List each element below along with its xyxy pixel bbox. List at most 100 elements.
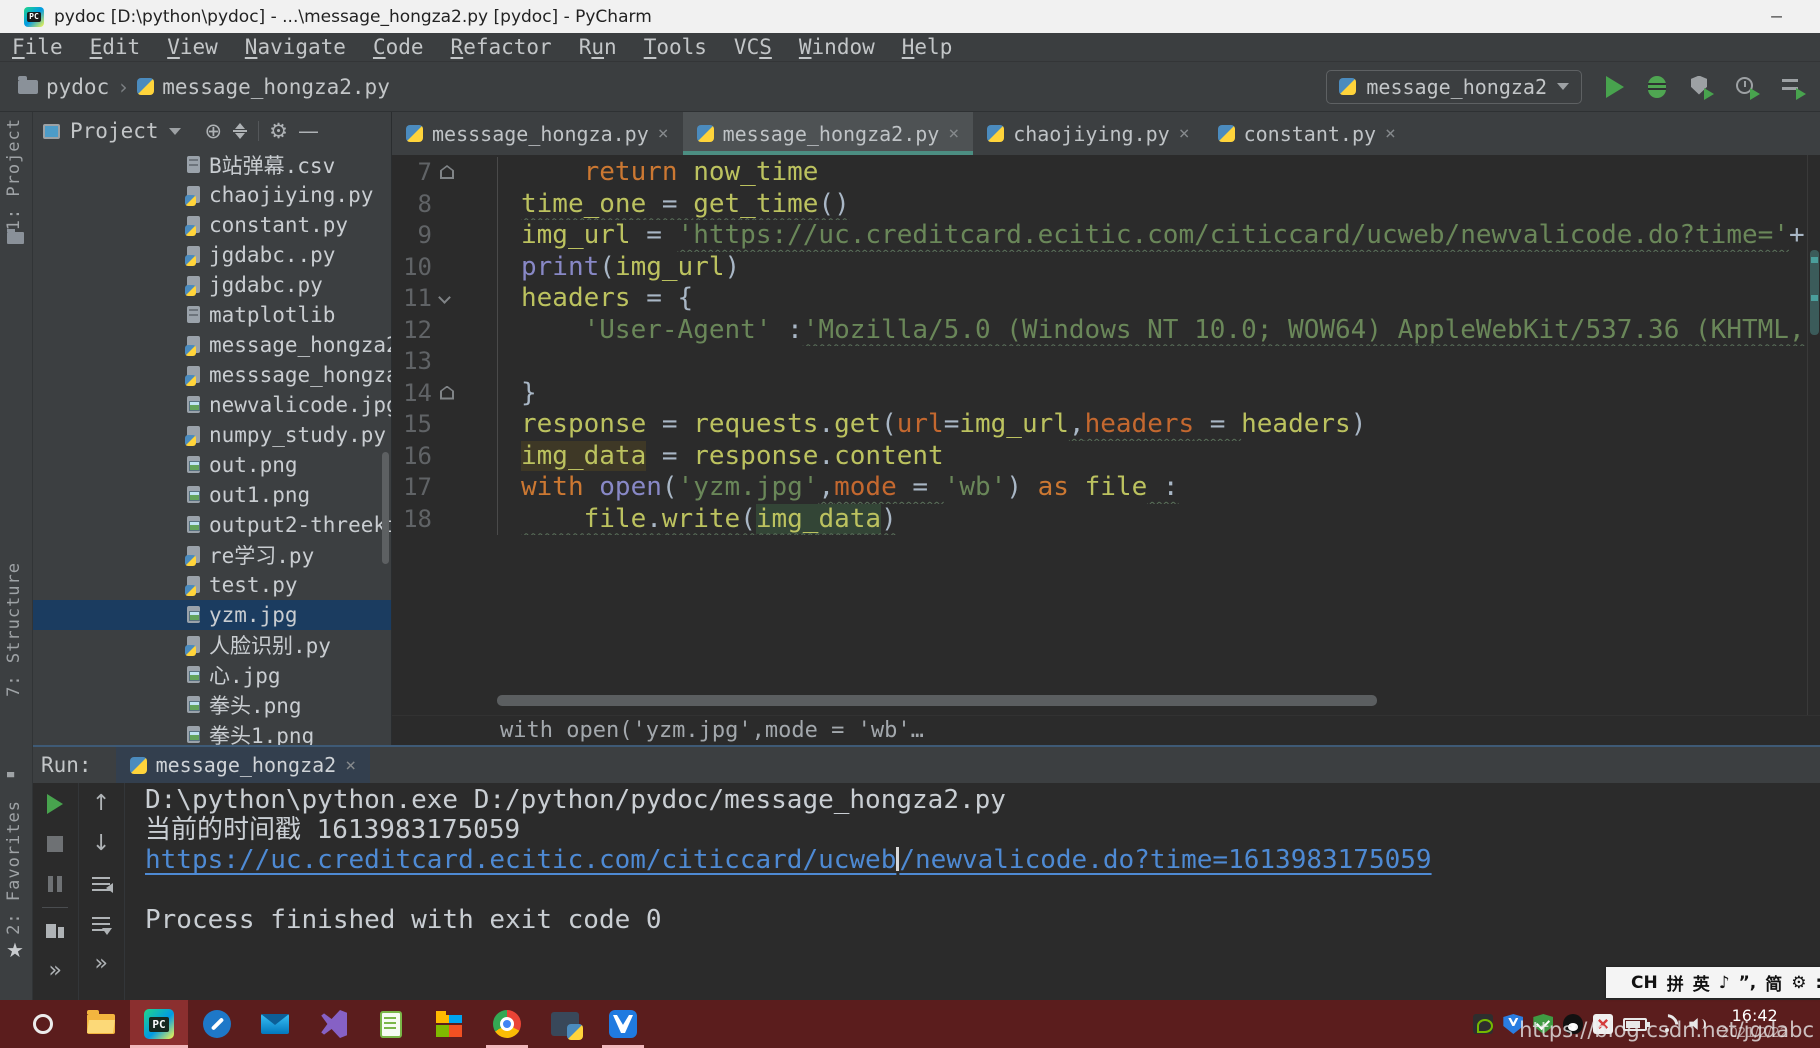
ime-item[interactable]: CH bbox=[1631, 973, 1658, 993]
menu-item-edit[interactable]: Edit bbox=[90, 35, 141, 59]
editor-tab[interactable]: messsage_hongza.py × bbox=[392, 112, 683, 155]
menu-item-file[interactable]: File bbox=[12, 35, 63, 59]
tree-item[interactable]: 拳头.png bbox=[33, 690, 391, 720]
hide-panel-button[interactable]: — bbox=[298, 121, 319, 142]
close-icon[interactable]: × bbox=[1385, 123, 1396, 144]
taskbar-app-chrome[interactable] bbox=[478, 1000, 536, 1048]
taskbar-app-python-console[interactable] bbox=[536, 1000, 594, 1048]
tree-item[interactable]: messsage_hongza.p bbox=[33, 360, 391, 390]
menu-item-refactor[interactable]: Refactor bbox=[451, 35, 552, 59]
coverage-button[interactable] bbox=[1690, 76, 1712, 98]
taskbar-clock[interactable]: 16:422021/2/22 bbox=[1721, 1006, 1788, 1042]
menu-item-window[interactable]: Window bbox=[799, 35, 875, 59]
minimize-button[interactable]: — bbox=[1771, 6, 1782, 27]
close-icon[interactable]: × bbox=[345, 755, 356, 776]
tray-icon-volume[interactable] bbox=[1687, 1014, 1707, 1034]
tray-icon-defender[interactable] bbox=[1533, 1014, 1553, 1034]
error-stripe[interactable] bbox=[1807, 155, 1820, 715]
tree-item[interactable]: output2-threeking bbox=[33, 510, 391, 540]
tool-window-button-project[interactable]: 1: Project bbox=[4, 118, 24, 230]
tree-item[interactable]: test.py bbox=[33, 570, 391, 600]
breadcrumb-project[interactable]: pydoc bbox=[46, 75, 109, 99]
more-options-button[interactable]: » bbox=[90, 953, 112, 975]
ime-item[interactable]: 英 bbox=[1693, 970, 1710, 995]
code-editor[interactable]: 7 return now_time 8 time_one = get_time(… bbox=[392, 155, 1807, 715]
settings-gear-button[interactable]: ⚙ bbox=[269, 121, 288, 142]
tree-item[interactable]: yzm.jpg bbox=[33, 600, 391, 630]
run-tool-window-icon[interactable] bbox=[7, 772, 23, 785]
close-icon[interactable]: × bbox=[658, 123, 669, 144]
soft-wrap-button[interactable] bbox=[90, 873, 112, 895]
more-options-button[interactable]: » bbox=[44, 960, 66, 982]
locate-file-button[interactable]: ⊕ bbox=[205, 121, 223, 142]
taskbar-app-mail[interactable] bbox=[246, 1000, 304, 1048]
run-configuration-selector[interactable]: message_hongza2 bbox=[1326, 70, 1582, 104]
ime-item[interactable]: 拼 bbox=[1667, 970, 1684, 995]
rerun-button[interactable] bbox=[44, 793, 66, 815]
close-icon[interactable]: × bbox=[948, 123, 959, 144]
fold-marker-icon[interactable] bbox=[440, 386, 454, 400]
tree-item[interactable]: B站弹幕.csv bbox=[33, 150, 391, 180]
breadcrumb-file[interactable]: message_hongza2.py bbox=[162, 75, 390, 99]
ime-item[interactable]: ”, bbox=[1739, 973, 1757, 993]
fold-marker-icon[interactable] bbox=[440, 165, 454, 179]
profiler-button[interactable] bbox=[1736, 76, 1758, 98]
tool-window-button-favorites[interactable]: 2: Favorites bbox=[4, 800, 24, 935]
menu-item-navigate[interactable]: Navigate bbox=[245, 35, 346, 59]
restore-layout-button[interactable] bbox=[44, 920, 66, 942]
star-icon[interactable]: ★ bbox=[6, 938, 24, 962]
tree-item[interactable]: newvalicode.jpg bbox=[33, 390, 391, 420]
collapse-all-button[interactable] bbox=[232, 123, 248, 139]
menu-item-tools[interactable]: Tools bbox=[644, 35, 707, 59]
ime-item[interactable]: ⚙ bbox=[1791, 973, 1806, 993]
tree-item[interactable]: constant.py bbox=[33, 210, 391, 240]
editor-tab[interactable]: message_hongza2.py × bbox=[683, 112, 974, 155]
project-tree-scrollbar[interactable] bbox=[382, 452, 389, 564]
tray-icon-qq[interactable] bbox=[1563, 1014, 1583, 1034]
run-anything-button[interactable] bbox=[1782, 76, 1804, 98]
menu-item-run[interactable]: Run bbox=[579, 35, 617, 59]
tree-item[interactable]: matplotlib bbox=[33, 300, 391, 330]
tree-item[interactable]: 心.jpg bbox=[33, 660, 391, 690]
tree-item[interactable]: 人脸识别.py bbox=[33, 630, 391, 660]
tray-icon-shield-blue[interactable] bbox=[1503, 1014, 1523, 1034]
chevron-down-icon[interactable] bbox=[169, 128, 181, 135]
taskbar-app-pycharm[interactable]: PC bbox=[130, 1000, 188, 1048]
menu-item-help[interactable]: Help bbox=[902, 35, 953, 59]
tray-icon-nvidia[interactable] bbox=[1473, 1014, 1493, 1034]
ime-item[interactable]: : bbox=[1815, 973, 1820, 993]
pause-button[interactable] bbox=[44, 873, 66, 895]
tree-item[interactable]: out.png bbox=[33, 450, 391, 480]
tree-item[interactable]: message_hongza2.p bbox=[33, 330, 391, 360]
debug-button[interactable] bbox=[1648, 76, 1666, 98]
console-output[interactable]: D:\python\python.exe D:/python/pydoc/mes… bbox=[125, 783, 1820, 1000]
tree-item[interactable]: out1.png bbox=[33, 480, 391, 510]
close-icon[interactable]: × bbox=[1179, 123, 1190, 144]
menu-item-vcs[interactable]: VCS bbox=[734, 35, 772, 59]
tree-item[interactable]: jgdabc..py bbox=[33, 240, 391, 270]
taskbar-app-notepad[interactable] bbox=[362, 1000, 420, 1048]
tray-icon-network[interactable] bbox=[1657, 1014, 1677, 1034]
tray-icon-battery[interactable] bbox=[1623, 1018, 1647, 1031]
stop-button[interactable] bbox=[44, 833, 66, 855]
editor-tab[interactable]: chaojiying.py × bbox=[973, 112, 1203, 155]
fold-marker-icon[interactable] bbox=[438, 291, 451, 304]
menu-item-view[interactable]: View bbox=[167, 35, 218, 59]
ime-item[interactable]: 简 bbox=[1765, 970, 1782, 995]
taskbar-app-settings[interactable] bbox=[188, 1000, 246, 1048]
run-tab[interactable]: message_hongza2 × bbox=[116, 747, 370, 783]
console-link[interactable]: https://uc.creditcard.ecitic.com/citicca… bbox=[145, 845, 1432, 875]
vertical-scrollbar-thumb[interactable] bbox=[1810, 250, 1819, 335]
project-panel-title[interactable]: Project bbox=[70, 119, 159, 143]
tree-item[interactable]: chaojiying.py bbox=[33, 180, 391, 210]
tray-icon-alarm[interactable] bbox=[1593, 1014, 1613, 1034]
taskbar-app-visual-studio[interactable] bbox=[304, 1000, 362, 1048]
run-button[interactable] bbox=[1606, 76, 1624, 98]
tree-item[interactable]: jgdabc.py bbox=[33, 270, 391, 300]
scroll-to-end-button[interactable] bbox=[90, 913, 112, 935]
prev-occurrence-button[interactable]: ↑ bbox=[90, 793, 112, 815]
editor-tab[interactable]: constant.py × bbox=[1204, 112, 1410, 155]
next-occurrence-button[interactable]: ↓ bbox=[90, 833, 112, 855]
taskbar-app-windows-app[interactable] bbox=[420, 1000, 478, 1048]
taskbar-app-start[interactable] bbox=[14, 1000, 72, 1048]
